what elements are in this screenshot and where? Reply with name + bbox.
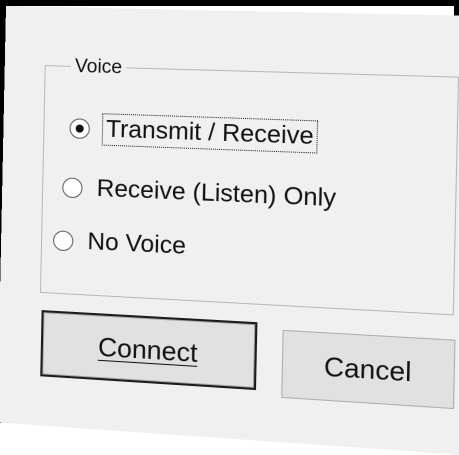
- cancel-button-label: Cancel: [323, 350, 412, 387]
- connect-button[interactable]: Connect: [40, 310, 258, 391]
- radio-button[interactable]: [69, 118, 91, 140]
- radio-selected-dot: [75, 124, 84, 133]
- voice-dialog: Voice Transmit / Receive Receive (Listen…: [0, 6, 459, 455]
- radio-label: No Voice: [87, 227, 187, 260]
- cancel-button[interactable]: Cancel: [281, 329, 456, 410]
- voice-group-legend: Voice: [70, 55, 127, 80]
- connect-button-label: Connect: [97, 330, 198, 368]
- radio-button[interactable]: [52, 230, 74, 252]
- radio-button[interactable]: [62, 177, 83, 199]
